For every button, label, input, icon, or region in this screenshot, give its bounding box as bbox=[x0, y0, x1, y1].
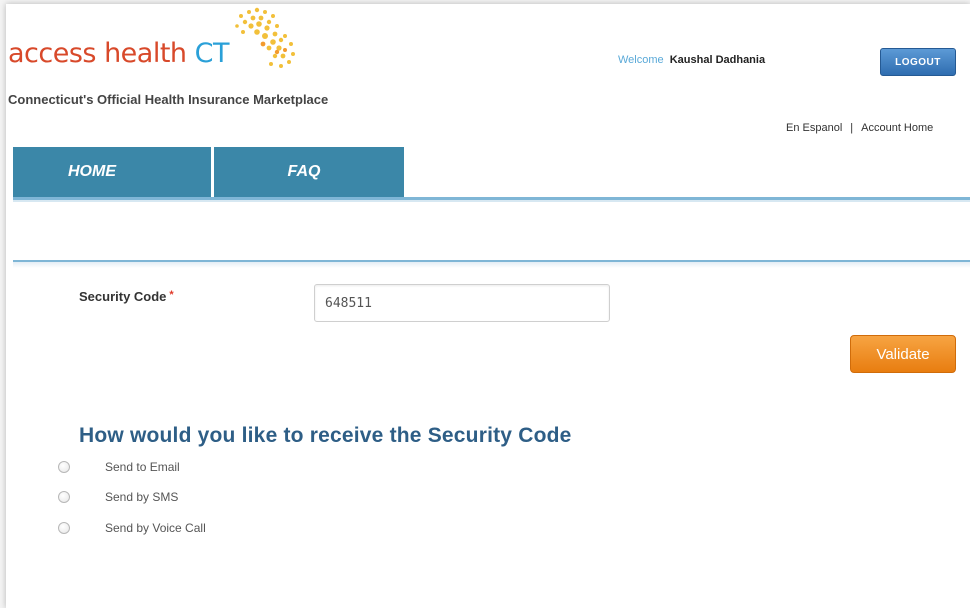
site-logo[interactable]: access health CT bbox=[6, 4, 346, 84]
option-sms[interactable]: Send by SMS bbox=[58, 487, 178, 507]
option-voice-call-label: Send by Voice Call bbox=[105, 521, 206, 535]
welcome-label: Welcome bbox=[618, 54, 664, 66]
sms-radio[interactable] bbox=[58, 491, 70, 503]
user-name: Kaushal Dadhania bbox=[669, 54, 766, 66]
required-marker: * bbox=[169, 289, 174, 301]
option-voice-call[interactable]: Send by Voice Call bbox=[58, 518, 206, 538]
link-separator: | bbox=[850, 122, 854, 134]
espanol-link[interactable]: En Espanol bbox=[786, 122, 842, 134]
logout-button[interactable]: LOGOUT bbox=[880, 48, 956, 76]
tab-faq[interactable]: FAQ bbox=[214, 147, 404, 197]
account-home-link[interactable]: Account Home bbox=[861, 122, 933, 134]
security-code-label: Security Code * bbox=[79, 289, 174, 304]
page-container: access health CT Connecticut's Official … bbox=[6, 4, 970, 608]
site-tagline: Connecticut's Official Health Insurance … bbox=[8, 92, 329, 107]
option-email-label: Send to Email bbox=[105, 460, 180, 474]
security-code-label-text: Security Code bbox=[79, 289, 167, 304]
nav-divider-shadow bbox=[13, 200, 970, 202]
option-sms-label: Send by SMS bbox=[105, 490, 179, 504]
tab-home[interactable]: HOME bbox=[13, 147, 211, 197]
welcome-message: Welcome Kaushal Dadhania bbox=[618, 54, 765, 66]
panel-divider-shadow bbox=[13, 262, 970, 268]
logo-main-text: access health bbox=[8, 38, 187, 69]
validate-button[interactable]: Validate bbox=[850, 335, 956, 373]
logo-text: access health CT bbox=[8, 38, 230, 69]
top-links: En Espanol | Account Home bbox=[786, 122, 933, 134]
option-email[interactable]: Send to Email bbox=[58, 457, 180, 477]
receive-code-heading: How would you like to receive the Securi… bbox=[79, 424, 572, 447]
sunburst-logo-icon bbox=[235, 7, 295, 68]
logo-ct-text: CT bbox=[194, 38, 230, 69]
email-radio[interactable] bbox=[58, 461, 70, 473]
security-code-input[interactable] bbox=[314, 284, 610, 322]
voice-call-radio[interactable] bbox=[58, 522, 70, 534]
